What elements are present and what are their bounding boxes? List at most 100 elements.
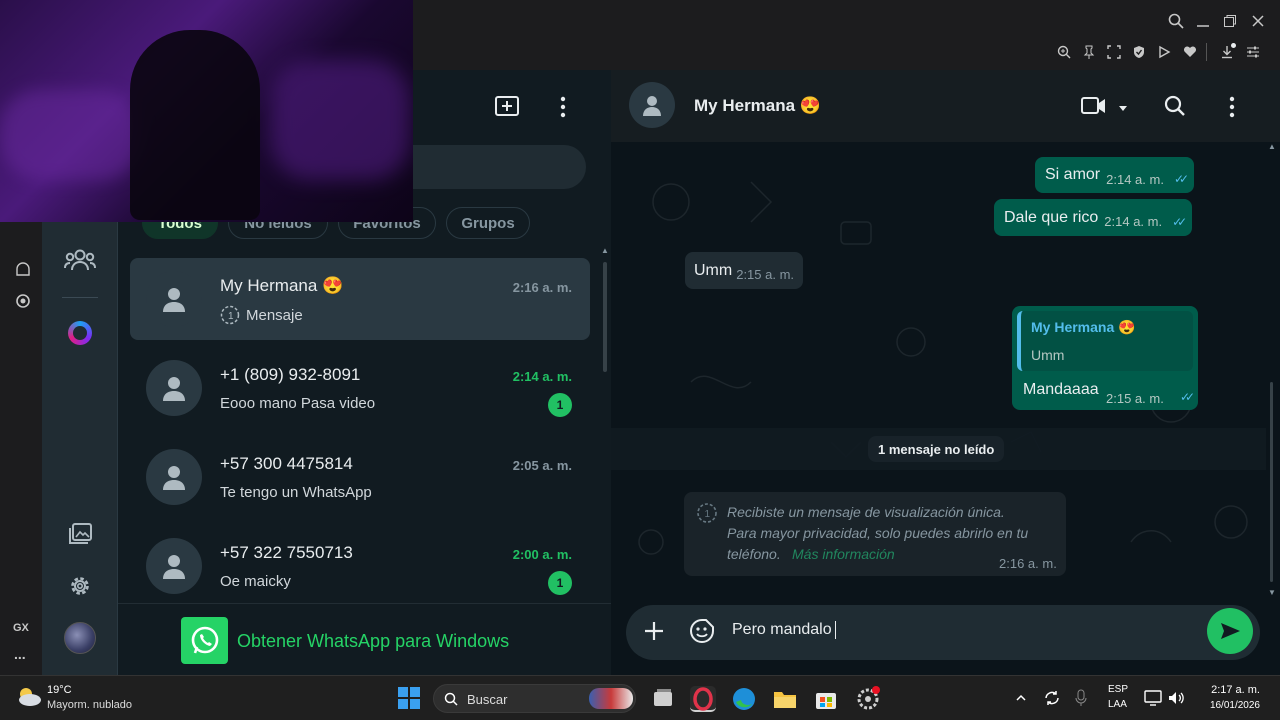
chat-name: +1 (809) 932-8091: [220, 365, 361, 384]
microsoft-store-icon[interactable]: [813, 686, 839, 712]
more-info-link[interactable]: Más información: [792, 546, 895, 562]
message-time: 2:15 a. m.: [736, 267, 795, 282]
whatsapp-logo-icon: [181, 617, 228, 664]
taskbar-search-input[interactable]: Buscar: [433, 684, 636, 713]
default-avatar-icon: [146, 538, 202, 594]
view-once-line3: teléfono.: [727, 546, 781, 562]
view-once-icon: 1: [220, 305, 240, 325]
chat-preview: Oe maicky: [220, 573, 291, 590]
chevron-down-icon[interactable]: [1118, 100, 1128, 111]
gx-label[interactable]: GX: [13, 622, 29, 634]
clock-date[interactable]: 16/01/2026: [1196, 700, 1260, 711]
message-incoming[interactable]: Umm 2:15 a. m.: [685, 252, 804, 289]
default-avatar-icon: [146, 271, 202, 327]
search-highlight-icon: [589, 688, 633, 709]
close-window-icon[interactable]: [1248, 11, 1268, 31]
message-text: Si amor: [1045, 166, 1101, 183]
heart-icon[interactable]: [1180, 42, 1200, 62]
pin-icon[interactable]: [1079, 42, 1099, 62]
file-explorer-icon[interactable]: [772, 686, 798, 712]
snapshot-icon[interactable]: [1104, 42, 1124, 62]
unread-badge: 1: [548, 571, 572, 595]
new-chat-icon[interactable]: [494, 94, 520, 118]
get-whatsapp-link[interactable]: Obtener WhatsApp para Windows: [237, 631, 509, 652]
chat-preview-row: 1 Mensaje: [220, 305, 303, 325]
weather-cloud-icon[interactable]: [16, 686, 42, 708]
chat-item-my-hermana[interactable]: My Hermana 😍 1 Mensaje 2:16 a. m.: [130, 258, 590, 340]
windows-start-icon[interactable]: [398, 687, 420, 709]
download-icon[interactable]: [1217, 42, 1237, 62]
minimize-icon[interactable]: [1193, 11, 1213, 31]
svg-text:1: 1: [705, 509, 711, 520]
quoted-message[interactable]: My Hermana 😍 Umm: [1017, 311, 1193, 371]
language-top[interactable]: ESP: [1108, 684, 1128, 695]
filter-chip-grupos[interactable]: Grupos: [446, 207, 530, 239]
message-outgoing[interactable]: Dale que rico 2:14 a. m. ✓✓: [994, 199, 1193, 236]
chat-preview: Eooo mano Pasa video: [220, 395, 376, 412]
browser-search-icon[interactable]: [1166, 11, 1186, 31]
message-text: Umm: [694, 261, 733, 279]
send-icon: [1221, 623, 1240, 639]
view-once-icon: 1: [696, 502, 718, 524]
volume-icon[interactable]: [1167, 689, 1185, 707]
weather-temp: 19°C: [47, 684, 72, 696]
conversation-search-icon[interactable]: [1164, 95, 1186, 117]
chat-time: 2:00 a. m.: [512, 547, 572, 562]
conversation-scrollbar[interactable]: ▲ ▼: [1266, 142, 1276, 602]
message-time: 2:15 a. m.: [1106, 391, 1164, 406]
composer-field[interactable]: [626, 605, 1260, 660]
taskbar-search-icon: [444, 692, 458, 706]
sticker-icon[interactable]: [689, 618, 715, 644]
attach-plus-icon[interactable]: [643, 620, 665, 642]
view-once-message[interactable]: 1 Recibiste un mensaje de visualización …: [684, 492, 1066, 576]
sidebar-settings-icon[interactable]: [14, 292, 32, 310]
meta-ai-icon[interactable]: [68, 321, 92, 345]
restore-icon[interactable]: [1220, 11, 1240, 31]
language-bottom[interactable]: LAA: [1108, 699, 1127, 710]
windows-taskbar: 19°C Mayorm. nublado Buscar ESP LAA 2:17…: [0, 675, 1280, 720]
chevron-up-icon[interactable]: [1015, 691, 1027, 703]
send-button[interactable]: [1207, 608, 1253, 654]
message-time: 2:14 a. m.: [1106, 171, 1164, 187]
sidebar-more-icon[interactable]: ...: [14, 646, 26, 662]
contact-avatar-icon[interactable]: [629, 82, 675, 128]
network-icon[interactable]: [1144, 689, 1162, 707]
chat-list-menu-icon[interactable]: [558, 96, 568, 118]
microphone-icon[interactable]: [1074, 689, 1088, 707]
wa-settings-icon[interactable]: [68, 574, 92, 598]
edge-icon[interactable]: [731, 686, 757, 712]
chat-name: +57 300 4475814: [220, 454, 353, 473]
search-input[interactable]: [413, 145, 586, 189]
opera-gx-taskbar-icon[interactable]: [690, 686, 716, 712]
communities-icon[interactable]: [64, 246, 96, 274]
zoom-icon[interactable]: [1054, 42, 1074, 62]
shield-icon[interactable]: [1129, 42, 1149, 62]
chat-item-573004475814[interactable]: +57 300 4475814 Te tengo un WhatsApp 2:0…: [130, 436, 590, 518]
message-text: Mandaaaa: [1023, 381, 1099, 398]
settings-app-icon[interactable]: [855, 686, 881, 712]
sync-icon[interactable]: [1043, 689, 1061, 707]
contact-name[interactable]: My Hermana 😍: [694, 96, 821, 116]
video-call-icon[interactable]: [1081, 96, 1107, 116]
message-outgoing[interactable]: Si amor 2:14 a. m. ✓✓: [1035, 157, 1195, 193]
message-outgoing-reply[interactable]: My Hermana 😍 Umm Mandaaaa 2:15 a. m. ✓✓: [1012, 306, 1198, 410]
chat-item-573227550713[interactable]: +57 322 7550713 Oe maicky 2:00 a. m. 1: [130, 525, 590, 607]
rail-divider: [62, 297, 98, 298]
task-view-icon[interactable]: [650, 686, 676, 712]
flow-icon[interactable]: [14, 260, 32, 278]
chat-preview: Te tengo un WhatsApp: [220, 484, 372, 501]
double-check-icon: ✓✓: [1172, 214, 1187, 229]
media-gallery-icon[interactable]: [68, 522, 94, 546]
webcam-overlay: [0, 0, 413, 222]
clock-time[interactable]: 2:17 a. m.: [1200, 684, 1260, 696]
weather-desc: Mayorm. nublado: [47, 699, 132, 711]
profile-avatar[interactable]: [64, 622, 96, 654]
chat-item-18099328091[interactable]: +1 (809) 932-8091 Eooo mano Pasa video 2…: [130, 347, 590, 429]
easy-setup-icon[interactable]: [1243, 42, 1263, 62]
chat-list-scrollbar[interactable]: [603, 262, 607, 372]
scroll-up-arrow[interactable]: ▲: [601, 246, 609, 260]
conversation-menu-icon[interactable]: [1227, 96, 1237, 118]
play-icon[interactable]: [1154, 42, 1174, 62]
message-input[interactable]: Pero mandalo: [732, 621, 836, 639]
quote-text: Umm: [1031, 347, 1065, 363]
